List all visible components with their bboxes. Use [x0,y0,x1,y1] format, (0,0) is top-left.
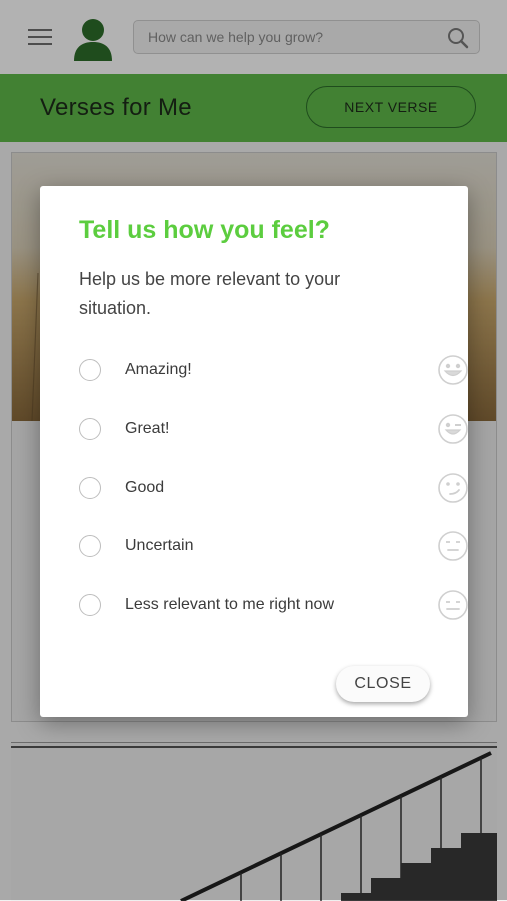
smirking-face-icon [438,473,468,503]
radio-button[interactable] [79,418,101,440]
dialog-description: Help us be more relevant to your situati… [79,269,341,318]
option-less-relevant[interactable]: Less relevant to me right now [79,588,468,624]
expressionless-face-icon [438,590,468,620]
option-uncertain[interactable]: Uncertain [79,529,468,565]
option-label: Great! [125,420,170,437]
winking-face-icon [438,414,468,444]
option-label: Less relevant to me right now [125,596,334,613]
dialog-title: Tell us how you feel? [79,216,330,244]
feelings-dialog: Tell us how you feel? Help us be more re… [40,186,468,717]
radio-button[interactable] [79,359,101,381]
close-button[interactable]: CLOSE [336,666,430,702]
option-label: Uncertain [125,537,194,554]
radio-button[interactable] [79,535,101,557]
option-amazing[interactable]: Amazing! [79,353,468,389]
option-label: Amazing! [125,361,192,378]
neutral-face-icon [438,531,468,561]
option-great[interactable]: Great! [79,412,468,448]
radio-button[interactable] [79,594,101,616]
option-good[interactable]: Good [79,471,468,507]
radio-button[interactable] [79,477,101,499]
grinning-face-icon [438,355,468,385]
option-label: Good [125,479,165,496]
